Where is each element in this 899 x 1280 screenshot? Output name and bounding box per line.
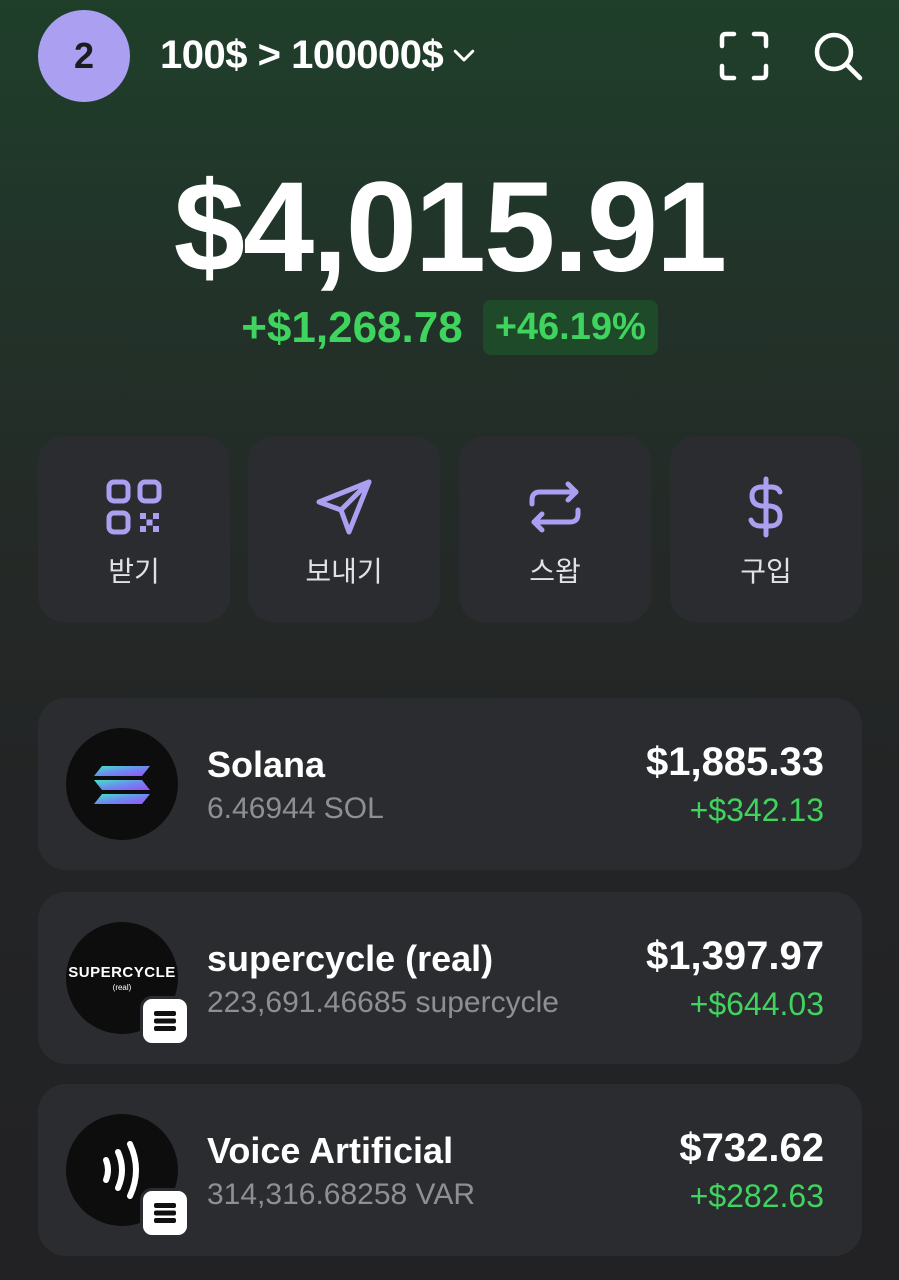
- balance-change: +$1,268.78 +46.19%: [0, 300, 899, 355]
- solana-mark-icon: [94, 766, 150, 804]
- solana-badge-icon: [154, 1011, 176, 1031]
- send-icon: [316, 479, 372, 535]
- solana-chain-badge: [140, 996, 190, 1046]
- logo-subtext: (real): [112, 983, 132, 992]
- token-value: $1,397.97: [646, 934, 824, 978]
- send-button[interactable]: 보내기: [248, 436, 440, 622]
- token-name: supercycle (real): [207, 938, 494, 979]
- logo-text: SUPERCYCLE: [68, 964, 176, 981]
- buy-button[interactable]: 구입: [670, 436, 862, 622]
- token-gain: +$342.13: [689, 792, 824, 828]
- account-selector[interactable]: 100$ > 100000$: [160, 30, 479, 80]
- swap-icon: [529, 481, 581, 533]
- token-gain: +$282.63: [689, 1178, 824, 1214]
- token-value: $1,885.33: [646, 740, 824, 784]
- qr-code-icon: [106, 479, 162, 535]
- dollar-icon: [748, 476, 783, 538]
- token-amount: 314,316.68258 VAR: [207, 1178, 475, 1211]
- solana-badge-icon: [154, 1203, 176, 1223]
- action-row: 받기 보내기 스왑 구입: [38, 436, 862, 622]
- token-amount: 223,691.46685 supercycle: [207, 986, 559, 1019]
- change-percent-badge: +46.19%: [482, 300, 658, 355]
- send-label: 보내기: [305, 555, 383, 588]
- account-avatar[interactable]: 2: [38, 10, 130, 102]
- top-header: 2 100$ > 100000$: [0, 0, 899, 115]
- change-amount: +$1,268.78: [241, 302, 463, 352]
- receive-label: 받기: [108, 555, 160, 588]
- token-name: Voice Artificial: [207, 1130, 454, 1171]
- solana-chain-badge: [140, 1188, 190, 1238]
- swap-button[interactable]: 스왑: [459, 436, 651, 622]
- total-balance: $4,015.91: [173, 156, 727, 299]
- solana-logo: [66, 728, 178, 840]
- swap-label: 스왑: [529, 555, 581, 588]
- token-amount: 6.46944 SOL: [207, 792, 384, 825]
- scan-icon[interactable]: [716, 28, 772, 84]
- token-row-solana[interactable]: Solana 6.46944 SOL $1,885.33 +$342.13: [38, 698, 862, 870]
- token-row-voice-artificial[interactable]: Voice Artificial 314,316.68258 VAR $732.…: [38, 1084, 862, 1256]
- token-name: Solana: [207, 744, 326, 785]
- token-gain: +$644.03: [689, 986, 824, 1022]
- receive-button[interactable]: 받기: [38, 436, 230, 622]
- token-row-supercycle[interactable]: SUPERCYCLE (real) supercycle (real) 223,…: [38, 892, 862, 1064]
- account-name: 100$ > 100000$: [160, 32, 444, 77]
- search-icon[interactable]: [810, 28, 866, 84]
- buy-label: 구입: [740, 555, 792, 588]
- chevron-down-icon: [454, 49, 475, 62]
- token-value: $732.62: [679, 1126, 824, 1170]
